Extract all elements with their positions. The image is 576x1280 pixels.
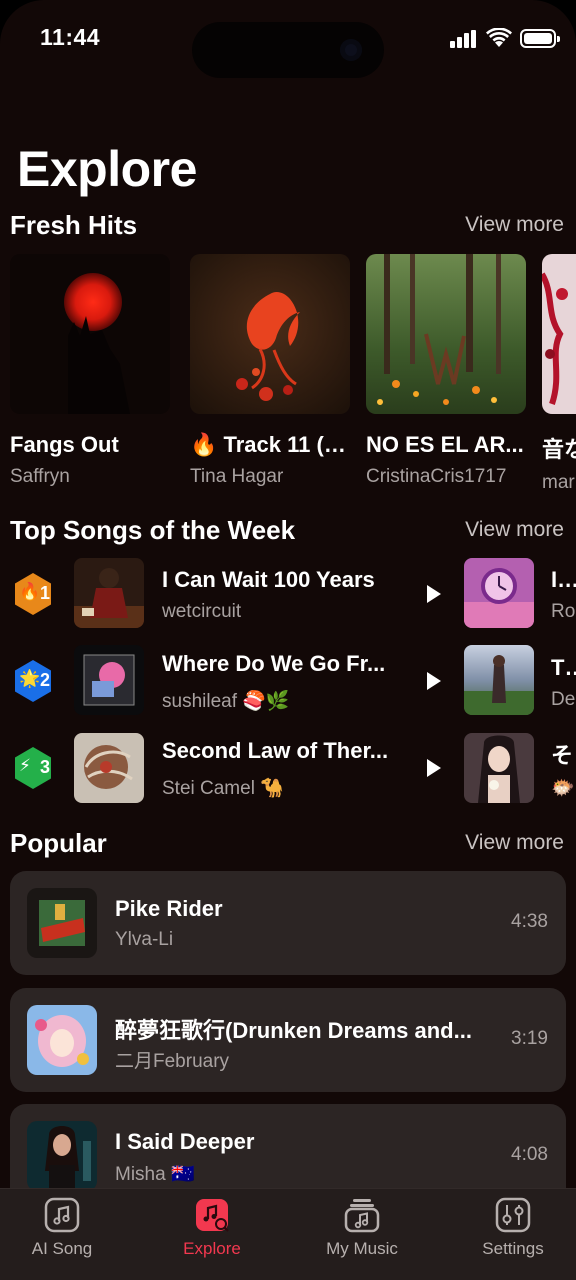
album-art xyxy=(10,254,170,414)
fire-icon: 🔥 xyxy=(19,582,41,601)
fresh-hit-artist: mar xyxy=(542,472,575,493)
tab-label: Explore xyxy=(183,1239,241,1258)
fresh-hit-title: Fangs Out xyxy=(10,432,119,457)
battery-icon xyxy=(520,29,560,48)
song-art[interactable] xyxy=(74,645,144,715)
song-art[interactable] xyxy=(74,558,144,628)
song-title: I Said Deeper xyxy=(115,1129,255,1154)
rank-badge-1: 🔥 1 xyxy=(13,572,53,616)
rank-number: 2 xyxy=(40,670,51,690)
lightning-icon: ⚡ xyxy=(19,756,31,775)
fresh-hit-artist: Saffryn xyxy=(10,466,70,487)
tab-label: Settings xyxy=(482,1239,544,1258)
rank-number: 1 xyxy=(40,583,51,603)
album-art xyxy=(190,254,350,414)
song-art[interactable] xyxy=(74,733,144,803)
song-title: 醉夢狂歌行(Drunken Dreams and... xyxy=(115,1018,472,1043)
song-artist: 二月February xyxy=(115,1051,230,1072)
song-artist: Stei Camel 🐪 xyxy=(162,778,284,799)
song-title: Second Law of Ther... xyxy=(162,738,389,763)
song-art xyxy=(27,1005,97,1075)
tab-explore[interactable]: Explore xyxy=(152,1197,272,1277)
song-artist: wetcircuit xyxy=(162,601,242,622)
song-title: It’s xyxy=(551,567,576,592)
tab-ai-song[interactable]: AI Song xyxy=(2,1197,122,1277)
song-duration: 4:08 xyxy=(511,1144,548,1165)
music-library-icon xyxy=(344,1199,380,1233)
song-art[interactable] xyxy=(464,558,534,628)
fresh-hit-title: 音な xyxy=(542,437,576,462)
fresh-hit-title: NO ES EL AR... xyxy=(366,432,524,457)
explore-screen: 11:44 Explore Fresh Hits View more Fangs… xyxy=(0,0,576,1280)
fresh-hit-card[interactable]: 音な mar xyxy=(542,254,576,494)
rank-number: 3 xyxy=(40,757,51,777)
popular-title: Popular xyxy=(10,828,107,858)
song-duration: 3:19 xyxy=(511,1028,548,1049)
popular-song-card[interactable]: 醉夢狂歌行(Drunken Dreams and... 二月February 3… xyxy=(10,988,566,1092)
song-title: そ xyxy=(551,743,574,768)
top-songs-view-more-link[interactable]: View more xyxy=(465,518,564,542)
song-artist: Misha 🇦🇺 xyxy=(115,1164,195,1185)
song-art[interactable] xyxy=(464,645,534,715)
song-artist: De xyxy=(551,689,576,710)
page-title: Explore xyxy=(17,141,197,197)
rank-badge-2: 🌟 2 xyxy=(13,659,53,703)
music-note-icon xyxy=(44,1197,80,1233)
fresh-hit-artist: Tina Hagar xyxy=(190,466,284,487)
cellular-signal-icon xyxy=(450,30,476,48)
song-art xyxy=(27,1121,97,1191)
song-artist: 🐡 xyxy=(551,778,575,799)
song-artist: sushileaf 🍣🌿 xyxy=(162,691,290,712)
tab-label: My Music xyxy=(326,1239,398,1258)
camera-icon xyxy=(340,39,362,61)
star-icon: 🌟 xyxy=(19,669,41,688)
rank-badge-3: ⚡ 3 xyxy=(13,746,53,790)
fresh-hit-card[interactable]: 🔥 Track 11 (B... Tina Hagar xyxy=(190,254,355,488)
song-title: Th xyxy=(551,655,576,680)
dynamic-island xyxy=(192,22,384,78)
play-icon[interactable] xyxy=(424,757,444,779)
popular-view-more-link[interactable]: View more xyxy=(465,831,564,855)
song-art xyxy=(27,888,97,958)
play-icon[interactable] xyxy=(424,583,444,605)
song-title: Where Do We Go Fr... xyxy=(162,651,386,676)
fresh-hit-card[interactable]: NO ES EL AR... CristinaCris1717 xyxy=(366,254,526,488)
top-songs-header: Top Songs of the Week View more xyxy=(10,515,566,551)
fresh-hit-title: 🔥 Track 11 (B... xyxy=(190,432,355,457)
tab-label: AI Song xyxy=(31,1239,93,1258)
explore-music-search-icon xyxy=(196,1199,229,1232)
popular-header: Popular View more xyxy=(10,828,566,864)
tab-settings[interactable]: Settings xyxy=(453,1197,573,1277)
tab-bar: AI Song Explore My Music Settings xyxy=(0,1188,576,1280)
album-art xyxy=(542,254,576,414)
song-duration: 4:38 xyxy=(511,911,548,932)
fresh-hit-card[interactable]: Fangs Out Saffryn xyxy=(10,254,170,488)
song-artist: Ylva-Li xyxy=(115,929,174,950)
album-art xyxy=(366,254,526,414)
status-time: 11:44 xyxy=(40,24,101,50)
tab-my-music[interactable]: My Music xyxy=(302,1197,422,1277)
fresh-hits-title: Fresh Hits xyxy=(10,210,138,240)
play-icon[interactable] xyxy=(424,670,444,692)
fresh-hits-carousel[interactable]: Fangs Out Saffryn 🔥 Track 11 (B... Tina … xyxy=(10,254,576,494)
song-title: I Can Wait 100 Years xyxy=(162,567,375,592)
sliders-icon xyxy=(495,1197,531,1233)
fresh-hits-header: Fresh Hits View more xyxy=(10,210,566,246)
fresh-hits-view-more-link[interactable]: View more xyxy=(465,213,564,237)
popular-song-card[interactable]: Pike Rider Ylva-Li 4:38 xyxy=(10,871,566,975)
top-songs-title: Top Songs of the Week xyxy=(10,515,296,545)
song-artist: Ro xyxy=(551,601,576,622)
song-title: Pike Rider xyxy=(115,896,223,921)
status-bar: 11:44 xyxy=(0,0,576,80)
fresh-hit-artist: CristinaCris1717 xyxy=(366,466,507,487)
wifi-icon xyxy=(486,28,512,47)
song-art[interactable] xyxy=(464,733,534,803)
